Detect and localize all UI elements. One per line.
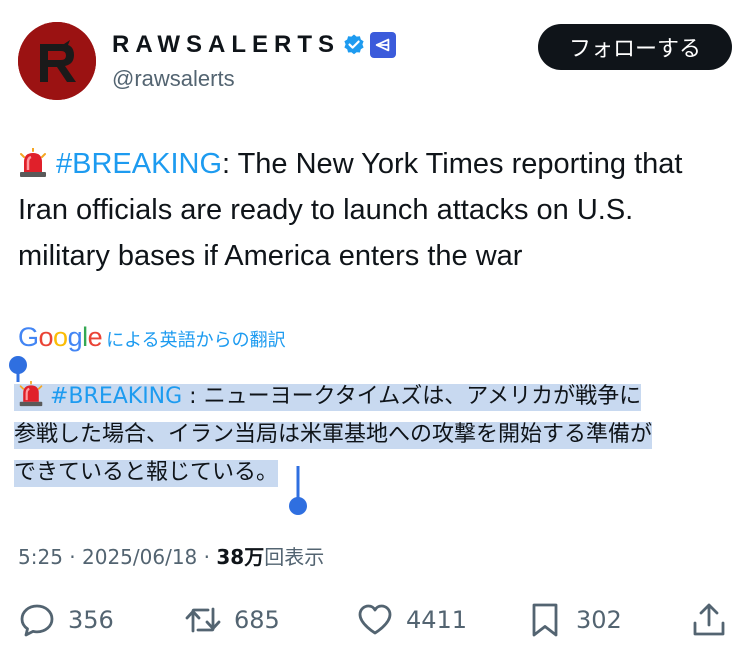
heart-icon xyxy=(358,604,392,635)
reply-button[interactable]: 356 xyxy=(18,600,114,640)
selection-end-handle-icon[interactable] xyxy=(288,466,308,516)
follow-button[interactable]: フォローする xyxy=(538,24,732,70)
tweet-line-2: Iran officials are ready to launch attac… xyxy=(18,194,634,226)
meta-separator: · xyxy=(197,545,217,569)
translation-label[interactable]: による英語からの翻訳 xyxy=(106,326,285,352)
bookmark-button[interactable]: 302 xyxy=(526,600,622,640)
translated-segment: できていると報じている。 xyxy=(14,460,279,487)
selection-start-handle-icon[interactable] xyxy=(8,356,28,382)
tweet-header: RAWSALERTS @rawsalerts フォローする xyxy=(18,22,732,102)
tweet-text-segment: : The New York Times reporting that xyxy=(222,148,683,180)
repost-button[interactable]: 685 xyxy=(184,600,280,640)
views-label: 回表示 xyxy=(264,545,325,569)
siren-emoji-icon xyxy=(20,148,46,177)
avatar[interactable] xyxy=(18,22,96,100)
tweet-time[interactable]: 5:25 xyxy=(18,545,63,569)
tweet-line-3: military bases if America enters the war xyxy=(18,240,523,272)
bookmark-icon xyxy=(532,603,558,637)
meta-separator: · xyxy=(62,545,82,569)
name-row: RAWSALERTS xyxy=(112,30,396,60)
user-handle[interactable]: @rawsalerts xyxy=(112,66,235,92)
repost-count: 685 xyxy=(234,606,280,634)
tweet-meta: 5:25 · 2025/06/18 · 38万回表示 xyxy=(18,541,324,570)
display-name[interactable]: RAWSALERTS xyxy=(112,31,340,59)
views-count: 38万 xyxy=(216,545,265,569)
translated-segment: 参戦した場合、イラン当局は米軍基地への攻撃を開始する準備が xyxy=(14,422,653,449)
reply-count: 356 xyxy=(68,606,114,634)
translated-line-2: 参戦した場合、イラン当局は米軍基地への攻撃を開始する準備が xyxy=(14,416,730,454)
translated-line-3: できていると報じている。 xyxy=(14,454,730,492)
hashtag-link[interactable]: #BREAKING xyxy=(56,148,222,180)
affiliation-badge-icon[interactable] xyxy=(370,32,396,58)
google-logo: Google xyxy=(18,322,103,352)
translated-text[interactable]: #BREAKING : ニューヨークタイムズは、アメリカが戦争に 参戦した場合、… xyxy=(9,356,730,515)
share-button[interactable] xyxy=(690,600,740,640)
like-count: 4411 xyxy=(406,606,468,634)
bookmark-count: 302 xyxy=(576,606,622,634)
translated-hashtag[interactable]: #BREAKING xyxy=(50,384,182,409)
translated-segment: : ニューヨークタイムズは、アメリカが戦争に xyxy=(182,384,642,409)
repost-icon xyxy=(185,607,221,633)
verified-badge-icon xyxy=(344,34,364,55)
avatar-logo-icon xyxy=(18,22,96,100)
tweet-date[interactable]: 2025/06/18 xyxy=(82,545,197,569)
reply-icon xyxy=(20,604,54,637)
translation-attribution: Google による英語からの翻訳 xyxy=(18,322,286,353)
translated-line-1: #BREAKING : ニューヨークタイムズは、アメリカが戦争に xyxy=(14,378,730,416)
tweet-line-1: #BREAKING: The New York Times reporting … xyxy=(18,141,730,187)
like-button[interactable]: 4411 xyxy=(356,600,467,640)
siren-emoji-icon xyxy=(19,381,43,407)
share-icon xyxy=(693,603,725,636)
action-bar: 356 685 4411 302 xyxy=(18,600,730,640)
tweet-text: #BREAKING: The New York Times reporting … xyxy=(18,141,730,279)
